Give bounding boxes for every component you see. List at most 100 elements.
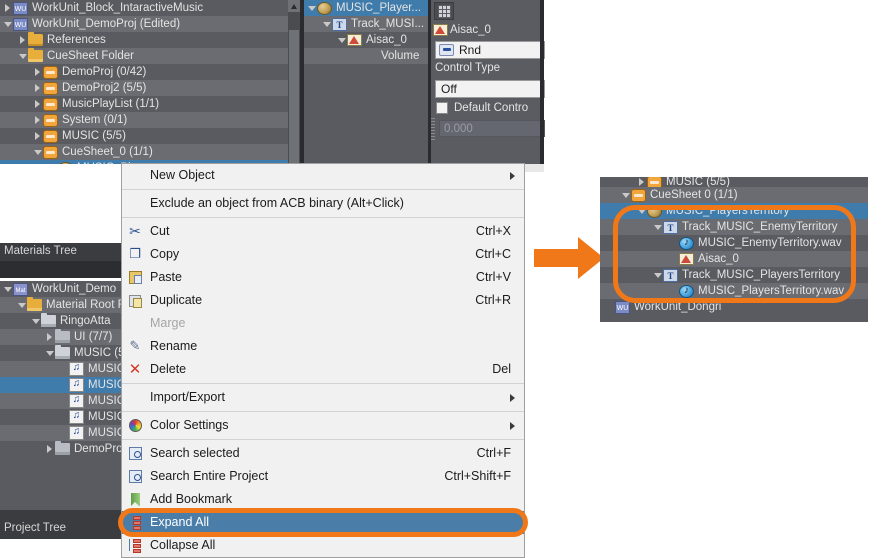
menu-item[interactable]: Collapse All bbox=[122, 534, 524, 557]
tree-row[interactable]: MUSIC_PlayersTerritory.wav bbox=[600, 283, 868, 299]
chevron-right-icon[interactable] bbox=[17, 32, 28, 48]
submenu-arrow-icon bbox=[510, 172, 515, 180]
tree-row[interactable]: MUSIC_EnemyTerritory.wav bbox=[600, 235, 868, 251]
tree-row[interactable]: WorkUnit_DemoProj (Edited) bbox=[0, 16, 300, 34]
materials-tree-toolbar[interactable] bbox=[0, 261, 124, 278]
chevron-down-icon[interactable] bbox=[32, 144, 43, 160]
menu-item[interactable]: Add Bookmark bbox=[122, 488, 524, 511]
tree-row[interactable]: RingoAtta bbox=[0, 313, 124, 329]
chevron-right-icon[interactable] bbox=[32, 128, 43, 144]
tree-row[interactable]: CueSheet 0 (1/1) bbox=[600, 187, 868, 203]
chevron-down-icon[interactable] bbox=[17, 48, 28, 64]
chevron-down-icon[interactable] bbox=[321, 16, 332, 32]
window-right-edge bbox=[540, 0, 544, 164]
chevron-down-icon[interactable] bbox=[620, 187, 631, 203]
chevron-right-icon[interactable] bbox=[32, 64, 43, 80]
menu-separator bbox=[122, 439, 524, 440]
chevron-down-icon[interactable] bbox=[2, 16, 13, 32]
chevron-down-icon[interactable] bbox=[336, 32, 347, 48]
tree-row[interactable]: DemoProj2 (5/5) bbox=[0, 80, 300, 96]
menu-item[interactable]: ✎ Rename bbox=[122, 335, 524, 358]
tree-row[interactable]: Track_MUSIC_EnemyTerritory bbox=[600, 219, 868, 236]
tree-row[interactable]: WorkUnit_Block_IntaractiveMusic bbox=[0, 0, 300, 18]
chevron-down-icon[interactable] bbox=[306, 0, 317, 16]
tree-row[interactable]: Aisac_0 bbox=[600, 251, 868, 267]
menu-item-label: Expand All bbox=[150, 515, 210, 529]
materials-tree-panel[interactable]: WorkUnit_Demo Material Root F RingoAtta UI … bbox=[0, 281, 124, 510]
tree-row[interactable]: MusicPlayList (1/1) bbox=[0, 96, 300, 112]
rnd-dropdown[interactable]: Rnd bbox=[435, 41, 545, 59]
tree-row[interactable]: DemoProj (0/42) bbox=[0, 64, 300, 80]
tree-row[interactable]: UI (7/7) bbox=[0, 329, 124, 345]
tree-row[interactable]: MUSIC_ bbox=[0, 360, 124, 377]
menu-item[interactable]: Paste Ctrl+V bbox=[122, 266, 524, 289]
scrollbar-thumb[interactable] bbox=[289, 30, 299, 164]
chevron-right-icon[interactable] bbox=[44, 441, 55, 457]
project-tree-panel[interactable]: WorkUnit_Block_IntaractiveMusic WorkUnit_… bbox=[0, 0, 300, 164]
chevron-right-icon[interactable] bbox=[2, 0, 13, 16]
project-tree-scrollbar[interactable] bbox=[288, 0, 300, 164]
tree-row[interactable]: WorkUnit_Dongri bbox=[600, 299, 868, 317]
tree-row[interactable]: System (0/1) bbox=[0, 112, 300, 128]
tree-row-label: WorkUnit_DemoProj (Edited) bbox=[32, 18, 181, 30]
tree-row[interactable]: MUSIC (5 bbox=[0, 345, 124, 361]
default-control-checkbox[interactable] bbox=[436, 102, 448, 114]
tree-row[interactable]: MUSIC_ bbox=[0, 408, 124, 425]
grid-view-button[interactable] bbox=[434, 2, 454, 20]
chevron-right-icon[interactable] bbox=[32, 80, 43, 96]
menu-item[interactable]: ✂ Cut Ctrl+X bbox=[122, 220, 524, 243]
menu-item[interactable]: Color Settings bbox=[122, 414, 524, 437]
menu-item[interactable]: Import/Export bbox=[122, 386, 524, 409]
chevron-down-icon[interactable] bbox=[44, 345, 55, 361]
chevron-down-icon[interactable] bbox=[636, 203, 647, 219]
result-tree-panel[interactable]: MUSIC (5/5) CueSheet 0 (1/1) MUSIC_Players… bbox=[600, 177, 868, 322]
tree-row[interactable]: DemoProj bbox=[0, 441, 124, 457]
search-icon bbox=[122, 465, 148, 488]
tree-row[interactable]: Track_MUSI... bbox=[304, 16, 428, 33]
tree-row[interactable]: MUSIC (5/5) bbox=[600, 177, 868, 189]
tree-row[interactable]: Aisac_0 bbox=[304, 32, 428, 48]
menu-item[interactable]: ✕ Delete Del bbox=[122, 358, 524, 381]
materials-tree-footer-gap bbox=[0, 510, 124, 518]
chevron-down-icon[interactable] bbox=[47, 160, 58, 164]
menu-item[interactable]: Expand All bbox=[122, 511, 524, 534]
chevron-down-icon[interactable] bbox=[30, 313, 41, 329]
tree-row[interactable]: MUSIC_Player... bbox=[304, 0, 428, 16]
tree-row[interactable]: MUSIC_PlayersTerritory bbox=[600, 203, 868, 219]
tree-row[interactable]: Material Root F bbox=[0, 297, 124, 313]
tree-row[interactable]: MUSIC (5/5) bbox=[0, 128, 300, 144]
chevron-down-icon[interactable] bbox=[16, 297, 27, 313]
menu-item[interactable]: ❐ Copy Ctrl+C bbox=[122, 243, 524, 266]
chevron-down-icon[interactable] bbox=[2, 281, 13, 297]
control-type-dropdown[interactable]: Off bbox=[435, 80, 545, 98]
default-value-field[interactable]: 0.000 bbox=[439, 120, 545, 137]
tree-row[interactable]: WorkUnit_Demo bbox=[0, 281, 124, 299]
chevron-right-icon[interactable] bbox=[32, 112, 43, 128]
tree-row[interactable]: CueSheet Folder bbox=[0, 48, 300, 64]
resize-grip[interactable] bbox=[431, 118, 435, 140]
chevron-down-icon[interactable] bbox=[652, 219, 663, 235]
chevron-down-icon[interactable] bbox=[652, 267, 663, 283]
chevron-right-icon[interactable] bbox=[44, 329, 55, 345]
tree-row[interactable]: Volume bbox=[304, 48, 428, 64]
submenu-arrow-icon bbox=[510, 394, 515, 402]
chevron-right-icon[interactable] bbox=[32, 96, 43, 112]
menu-item[interactable]: Exclude an object from ACB binary (Alt+C… bbox=[122, 192, 524, 215]
context-menu[interactable]: New Object Exclude an object from ACB bin… bbox=[121, 163, 525, 558]
menu-item[interactable]: Search selected Ctrl+F bbox=[122, 442, 524, 465]
tree-row[interactable]: MUSIC_ bbox=[0, 392, 124, 409]
tree-row-label: CueSheet 0 (1/1) bbox=[650, 189, 738, 201]
tree-row[interactable]: MUSIC_ bbox=[0, 424, 124, 441]
expand-all-icon bbox=[122, 511, 148, 534]
menu-item[interactable]: Search Entire Project Ctrl+Shift+F bbox=[122, 465, 524, 488]
cue-detail-tree-panel[interactable]: MUSIC_Player... Track_MUSI... Aisac_0 Volum… bbox=[304, 0, 428, 164]
menu-item-shortcut: Ctrl+R bbox=[475, 293, 511, 307]
inspector-panel[interactable]: Aisac_0 Rnd Control Type Off Default Con… bbox=[431, 0, 545, 164]
menu-item-label: Search Entire Project bbox=[150, 469, 269, 483]
tree-row[interactable]: References bbox=[0, 32, 300, 48]
tree-row[interactable]: MUSIC_ bbox=[0, 376, 124, 393]
menu-item[interactable]: New Object bbox=[122, 164, 524, 187]
menu-item[interactable]: Duplicate Ctrl+R bbox=[122, 289, 524, 312]
tree-row[interactable]: Track_MUSIC_PlayersTerritory bbox=[600, 267, 868, 284]
tree-row[interactable]: CueSheet_0 (1/1) bbox=[0, 144, 300, 160]
